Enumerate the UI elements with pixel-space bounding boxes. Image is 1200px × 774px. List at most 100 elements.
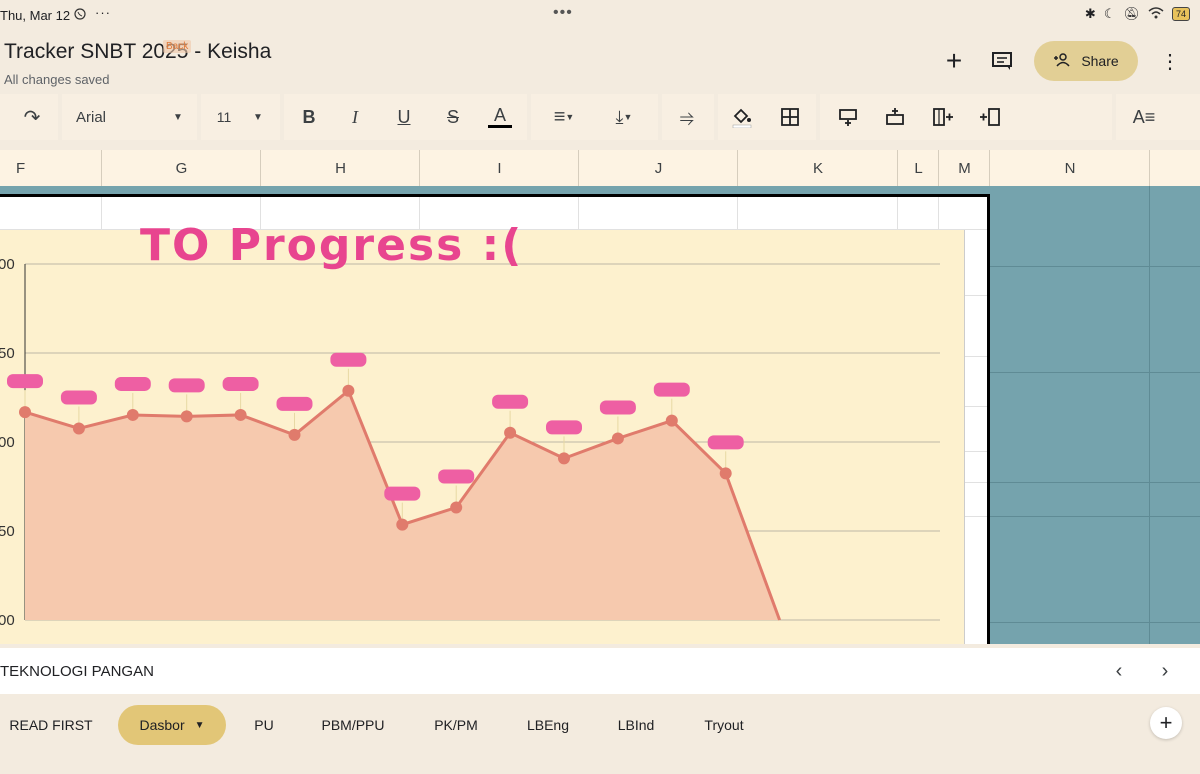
vertical-align-button[interactable]: ⤓ ▼ xyxy=(606,94,642,140)
data-point xyxy=(19,406,31,419)
sheet-name-bar: TEKNOLOGI PANGAN ‹ › xyxy=(0,648,1200,694)
status-time: Thu, Mar 12 xyxy=(0,8,71,23)
back-chip[interactable]: Back xyxy=(163,40,192,53)
insert-column-right-icon[interactable] xyxy=(976,94,1004,140)
data-point xyxy=(342,384,355,397)
font-dropdown-icon[interactable]: ▼ xyxy=(168,94,188,140)
to-progress-chart[interactable]: 00 50 00 50 00 TO Progress :( xyxy=(0,220,965,644)
sheet-full-name: TEKNOLOGI PANGAN xyxy=(0,663,154,680)
data-label-redaction xyxy=(60,390,97,405)
y-tick-label: 00 xyxy=(0,256,15,273)
column-header-g[interactable]: G xyxy=(101,150,261,186)
data-point xyxy=(504,426,517,439)
data-point xyxy=(558,452,570,465)
data-point xyxy=(719,467,732,480)
tab-pu[interactable]: PU xyxy=(244,705,284,745)
spreadsheet-grid[interactable]: 00 50 00 50 00 TO Progress :( xyxy=(0,186,1200,644)
cell-divider xyxy=(897,197,898,230)
column-header-o[interactable] xyxy=(1149,150,1200,186)
data-label-redaction xyxy=(7,374,43,389)
sheet-tabs: READ FIRST Dasbor ▼ PU PBM/PPU PK/PM LBE… xyxy=(0,700,1200,774)
text-color-swatch xyxy=(488,124,512,128)
more-vertical-icon[interactable]: ⋮ xyxy=(1152,43,1188,79)
add-sheet-button[interactable]: + xyxy=(1150,707,1182,739)
insert-column-left-icon[interactable] xyxy=(929,94,957,140)
formatting-toolbar: ↷ Arial ▼ 11 ▼ B I U S A ≡ ▼ ⤓ ▼ ⥤ A≡ xyxy=(0,94,1200,140)
data-point xyxy=(180,410,193,423)
align-button[interactable]: ≡ ▼ xyxy=(546,94,582,140)
add-person-icon xyxy=(1053,52,1071,70)
cell-divider xyxy=(964,482,988,483)
y-tick-label: 50 xyxy=(0,345,15,362)
data-label-redaction xyxy=(330,352,367,367)
teal-divider xyxy=(990,516,1200,517)
underline-button[interactable]: U xyxy=(391,94,417,140)
redo-button[interactable]: ↷ xyxy=(18,94,46,140)
cell-divider xyxy=(964,451,988,452)
bluetooth-icon: ✱ xyxy=(1084,6,1096,21)
column-header-n[interactable]: N xyxy=(989,150,1150,186)
tab-pk-pm[interactable]: PK/PM xyxy=(420,705,492,745)
data-label-redaction xyxy=(384,486,421,501)
bold-button[interactable]: B xyxy=(296,94,322,140)
text-color-button[interactable]: A xyxy=(486,94,514,140)
share-button[interactable]: Share xyxy=(1034,41,1138,81)
borders-icon[interactable] xyxy=(776,94,804,140)
data-point xyxy=(396,518,409,531)
tab-read-first[interactable]: READ FIRST xyxy=(0,705,102,745)
text-format-button[interactable]: A≡ xyxy=(1130,94,1158,140)
tab-pbm-ppu[interactable]: PBM/PPU xyxy=(306,705,400,745)
teal-column-block xyxy=(990,186,1200,644)
column-header-j[interactable]: J xyxy=(578,150,738,186)
y-tick-label: 00 xyxy=(0,612,15,629)
column-header-l[interactable]: L xyxy=(897,150,939,186)
data-point xyxy=(665,414,678,427)
font-size-dropdown-icon[interactable]: ▼ xyxy=(248,94,268,140)
column-header-h[interactable]: H xyxy=(260,150,420,186)
document-title[interactable]: Tracker SNBT 2025 - Keisha xyxy=(4,40,271,64)
font-family-select[interactable]: Arial xyxy=(76,94,116,140)
text-wrap-button[interactable]: ⥤ xyxy=(674,94,700,140)
toolbar-group-size xyxy=(201,94,280,140)
chevron-left-icon[interactable]: ‹ xyxy=(1104,658,1134,684)
tab-lbeng[interactable]: LBEng xyxy=(512,705,584,745)
chevron-right-icon[interactable]: › xyxy=(1150,658,1180,684)
whatsapp-icon xyxy=(74,8,86,23)
strikethrough-button[interactable]: S xyxy=(440,94,466,140)
multitask-dots[interactable]: ••• xyxy=(553,4,573,22)
data-point xyxy=(72,422,85,435)
data-label-redaction xyxy=(546,420,582,435)
chevron-down-icon: ▼ xyxy=(194,719,205,731)
teal-divider xyxy=(990,372,1200,373)
wifi-icon xyxy=(1148,6,1164,22)
toolbar-group-insert xyxy=(820,94,1112,140)
fill-color-icon[interactable] xyxy=(728,94,756,140)
tab-tryout[interactable]: Tryout xyxy=(688,705,760,745)
tab-lbind[interactable]: LBInd xyxy=(604,705,668,745)
italic-button[interactable]: I xyxy=(342,94,368,140)
column-header-f[interactable]: F xyxy=(0,150,101,186)
column-header-i[interactable]: I xyxy=(419,150,579,186)
comment-icon[interactable] xyxy=(984,43,1020,79)
add-button[interactable]: + xyxy=(936,43,972,79)
insert-row-below-icon[interactable] xyxy=(881,94,909,140)
insert-row-above-icon[interactable] xyxy=(834,94,862,140)
column-header-m[interactable]: M xyxy=(938,150,990,186)
tab-dasbor-label: Dasbor xyxy=(139,717,185,733)
status-bar: Thu, Mar 12 ··· ••• ✱ ☾ 🔕︎ 74 xyxy=(0,0,1200,32)
cell-divider xyxy=(938,197,939,230)
data-point xyxy=(288,428,301,441)
status-more-dots: ··· xyxy=(95,5,111,20)
cell-divider xyxy=(964,516,988,517)
font-size-select[interactable]: 11 xyxy=(214,94,234,140)
data-label-redaction xyxy=(653,382,690,397)
cell-divider xyxy=(737,197,738,230)
column-header-k[interactable]: K xyxy=(737,150,898,186)
tab-dasbor[interactable]: Dasbor ▼ xyxy=(118,705,226,745)
share-label: Share xyxy=(1081,53,1119,69)
chart-title: TO Progress :( xyxy=(140,220,524,271)
text-color-label: A xyxy=(493,104,506,125)
thick-border-right xyxy=(987,194,990,644)
data-label-redaction xyxy=(599,400,636,415)
data-label-redaction xyxy=(707,435,744,450)
